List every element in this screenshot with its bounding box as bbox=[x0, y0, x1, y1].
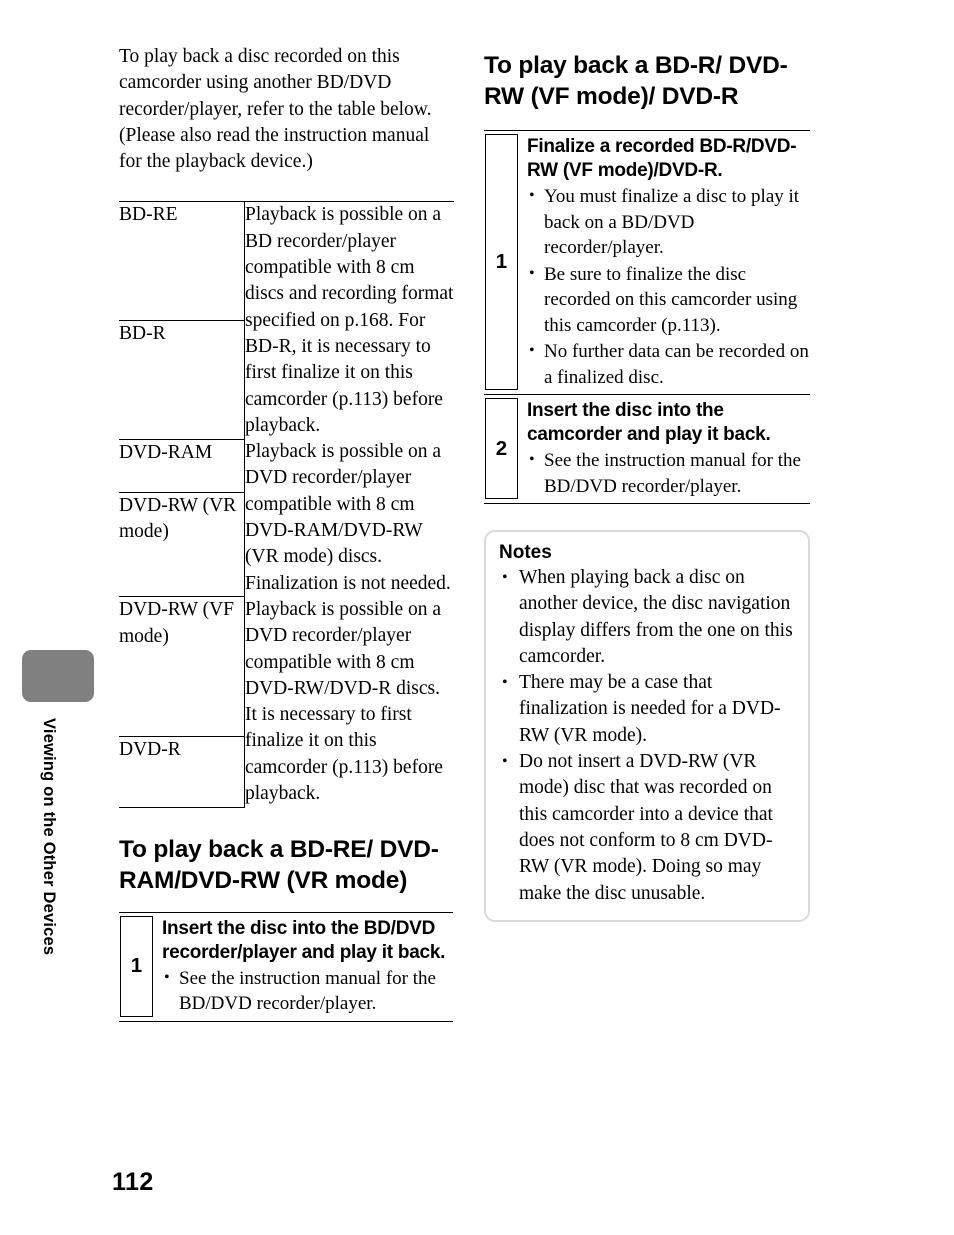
step-item: 2 Insert the disc into the camcorder and… bbox=[484, 394, 810, 504]
list-item: See the instruction manual for the BD/DV… bbox=[162, 965, 453, 1017]
step-item: 1 Insert the disc into the BD/DVD record… bbox=[119, 911, 453, 1022]
list-item: See the instruction manual for the BD/DV… bbox=[527, 447, 810, 499]
step-number-badge: 1 bbox=[120, 915, 153, 1017]
step-title: Insert the disc into the BD/DVD recorder… bbox=[162, 917, 446, 963]
step-title: Insert the disc into the camcorder and p… bbox=[527, 400, 771, 445]
list-item: When playing back a disc on another devi… bbox=[499, 565, 795, 670]
disc-type-cell: BD-R bbox=[119, 320, 245, 440]
list-item: You must finalize a disc to play it back… bbox=[527, 183, 810, 261]
right-column: To play back a BD-R/ DVD-RW (VF mode)/ D… bbox=[484, 44, 810, 922]
step-bullet-list: See the instruction manual for the BD/DV… bbox=[527, 447, 810, 499]
page-number: 112 bbox=[112, 1168, 154, 1196]
steps-list-left: 1 Insert the disc into the BD/DVD record… bbox=[119, 911, 453, 1022]
page-sidebar: Viewing on the Other Devices bbox=[0, 0, 110, 1235]
step-number-badge: 1 bbox=[485, 134, 518, 390]
chapter-tab-marker bbox=[22, 650, 94, 702]
step-title: Finalize a recorded BD-R/DVD-RW (VF mode… bbox=[527, 136, 797, 181]
list-item: No further data can be recorded on a fin… bbox=[527, 338, 810, 390]
notes-callout-box: Notes When playing back a disc on anothe… bbox=[484, 530, 810, 922]
notes-list: When playing back a disc on another devi… bbox=[499, 565, 795, 907]
step-bullet-list: You must finalize a disc to play it back… bbox=[527, 183, 810, 390]
list-item: There may be a case that finalization is… bbox=[499, 670, 795, 749]
section-heading-right: To play back a BD-R/ DVD-RW (VF mode)/ D… bbox=[484, 52, 788, 110]
disc-type-cell: DVD-RW (VF mode) bbox=[119, 596, 245, 737]
disc-type-cell: DVD-RW (VR mode) bbox=[119, 492, 245, 598]
disc-description-cell: Playback is possible on a DVD recorder/p… bbox=[245, 598, 443, 805]
disc-type-cell: BD-RE bbox=[119, 201, 245, 322]
disc-type-cell: DVD-RAM bbox=[119, 439, 245, 493]
table-row: DVD-RAM Playback is possible on a DVD re… bbox=[119, 439, 454, 594]
step-item: 1 Finalize a recorded BD-R/DVD-RW (VF mo… bbox=[484, 130, 810, 394]
disc-compatibility-table: BD-RE Playback is possible on a BD recor… bbox=[119, 201, 454, 808]
disc-description-cell: Playback is possible on a DVD recorder/p… bbox=[245, 441, 451, 594]
list-item: Do not insert a DVD-RW (VR mode) disc th… bbox=[499, 749, 795, 907]
step-bullet-list: See the instruction manual for the BD/DV… bbox=[162, 965, 453, 1017]
notes-title: Notes bbox=[499, 542, 552, 563]
step-number-badge: 2 bbox=[485, 398, 518, 499]
disc-type-cell: DVD-R bbox=[119, 736, 245, 808]
chapter-title-vertical: Viewing on the Other Devices bbox=[40, 718, 58, 956]
disc-description-cell: Playback is possible on a BD recorder/pl… bbox=[244, 201, 454, 440]
intro-paragraph: To play back a disc recorded on this cam… bbox=[119, 46, 432, 173]
table-row: DVD-RW (VF mode) Playback is possible on… bbox=[119, 596, 454, 804]
table-row: BD-RE Playback is possible on a BD recor… bbox=[119, 201, 454, 440]
list-item: Be sure to finalize the disc recorded on… bbox=[527, 261, 810, 339]
section-heading-left: To play back a BD-RE/ DVD-RAM/DVD-RW (VR… bbox=[119, 835, 439, 894]
steps-list-right: 1 Finalize a recorded BD-R/DVD-RW (VF mo… bbox=[484, 130, 810, 504]
left-column: To play back a disc recorded on this cam… bbox=[119, 44, 454, 1022]
